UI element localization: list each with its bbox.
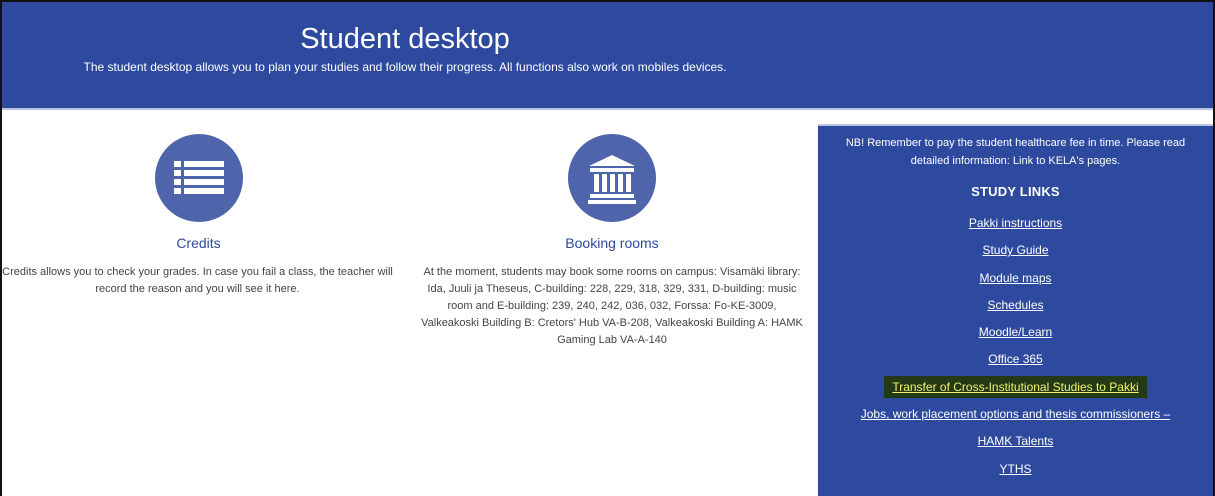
study-guide-link[interactable]: Study Guide [982, 243, 1048, 257]
study-link-item: Schedules [818, 296, 1213, 323]
pakki-instructions-link[interactable]: Pakki instructions [969, 216, 1062, 230]
jobs-placement-thesis-link[interactable]: Jobs, work placement options and thesis … [861, 407, 1170, 421]
list-icon-graphic [173, 161, 224, 194]
booking-rooms-card: Booking rooms At the moment, students ma… [416, 124, 808, 349]
module-maps-link[interactable]: Module maps [979, 271, 1051, 285]
study-link-item: HAMK Talents [818, 432, 1213, 459]
study-links-panel: NB! Remember to pay the student healthca… [818, 124, 1213, 496]
study-link-item: Module maps [818, 269, 1213, 296]
study-link-item: Moodle/Learn [818, 323, 1213, 350]
study-links-list: Pakki instructions Study Guide Module ma… [818, 214, 1213, 487]
page-subtitle: The student desktop allows you to plan y… [83, 60, 727, 74]
credits-card: Credits Credits allows you to check your… [2, 124, 395, 298]
page-title: Student desktop [300, 23, 510, 55]
study-link-item: Transfer of Cross-Institutional Studies … [818, 375, 1213, 405]
booking-rooms-heading[interactable]: Booking rooms [416, 234, 808, 252]
schedules-link[interactable]: Schedules [987, 298, 1043, 312]
building-icon-graphic [588, 155, 636, 204]
transfer-cross-institutional-studies-link[interactable]: Transfer of Cross-Institutional Studies … [884, 375, 1147, 398]
header-content: Student desktop The student desktop allo… [2, 2, 808, 75]
study-link-item: Office 365 [818, 350, 1213, 377]
booking-rooms-description: At the moment, students may book some ro… [421, 266, 803, 346]
yths-link[interactable]: YTHS [999, 462, 1031, 476]
page-header: Student desktop The student desktop allo… [2, 2, 1213, 110]
credits-heading[interactable]: Credits [2, 234, 395, 252]
credits-description: Credits allows you to check your grades.… [2, 266, 393, 295]
study-link-item: Jobs, work placement options and thesis … [818, 405, 1213, 432]
study-link-item: Study Guide [818, 241, 1213, 268]
study-link-item: Pakki instructions [818, 214, 1213, 241]
moodle-learn-link[interactable]: Moodle/Learn [979, 325, 1052, 339]
study-links-title: STUDY LINKS [971, 184, 1060, 199]
healthcare-fee-notice: NB! Remember to pay the student healthca… [845, 137, 1186, 167]
study-link-item: YTHS [818, 460, 1213, 487]
building-icon[interactable] [568, 134, 656, 222]
list-icon[interactable] [154, 134, 243, 222]
page-frame: Student desktop The student desktop allo… [0, 0, 1215, 496]
office-365-link[interactable]: Office 365 [988, 352, 1042, 366]
hamk-talents-link[interactable]: HAMK Talents [978, 434, 1054, 448]
